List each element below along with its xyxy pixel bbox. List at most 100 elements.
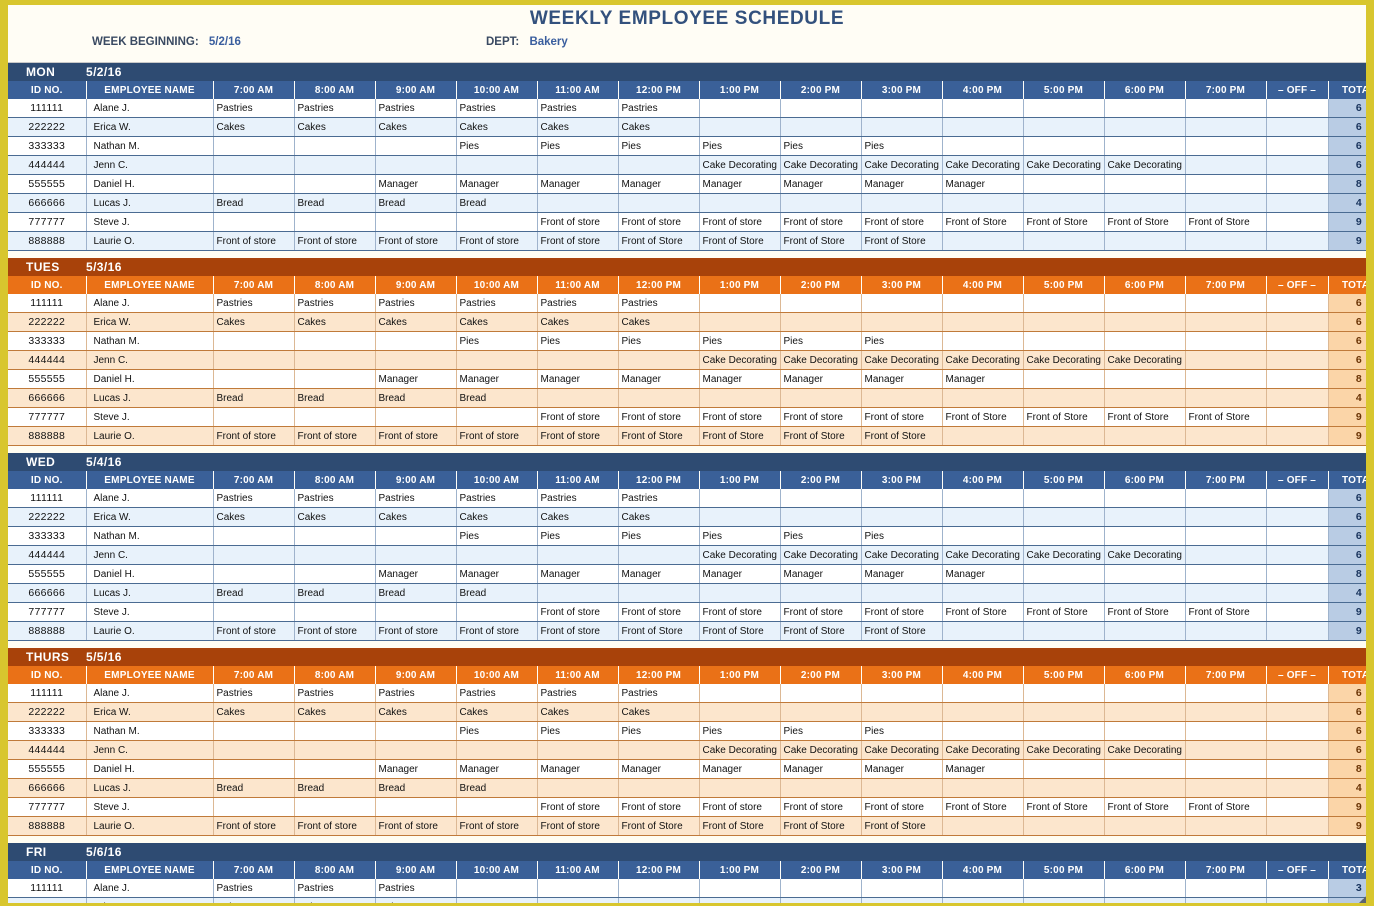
table-row[interactable]: 111111 Alane J. Pastries Pastries Pastries Pa… — [8, 99, 1366, 118]
table-row[interactable]: 777777 Steve J. Front of store Front of sto… — [8, 602, 1366, 622]
shift-cell-5[interactable]: Pies — [618, 331, 700, 351]
off-cell[interactable] — [1266, 721, 1329, 741]
shift-cell-8[interactable]: Manager — [861, 369, 943, 389]
shift-cell-1[interactable] — [294, 331, 376, 351]
shift-cell-0[interactable]: Cakes — [213, 507, 295, 527]
shift-cell-5[interactable]: Pastries — [618, 294, 700, 313]
shift-cell-1[interactable]: Pastries — [294, 294, 376, 313]
table-row[interactable]: 333333 Nathan M. Pies Pies Pies Pies Pies Pies 6 — [8, 331, 1366, 351]
shift-cell-4[interactable] — [537, 155, 619, 175]
shift-cell-9[interactable] — [942, 526, 1024, 546]
shift-cell-2[interactable] — [375, 797, 457, 817]
table-row[interactable]: 222222Erica W.CakesCakesCakes3 — [8, 897, 1366, 903]
shift-cell-5[interactable]: Pies — [618, 721, 700, 741]
employee-name-cell[interactable]: Alane J. — [86, 99, 214, 118]
shift-cell-9[interactable] — [942, 816, 1024, 836]
shift-cell-3[interactable]: Cakes — [456, 312, 538, 332]
shift-cell-6[interactable]: Front of store — [699, 407, 781, 427]
shift-cell-11[interactable] — [1104, 684, 1186, 703]
shift-cell-10[interactable]: Front of Store — [1023, 407, 1105, 427]
employee-id-cell[interactable]: 555555 — [8, 564, 87, 584]
shift-cell-0[interactable] — [213, 721, 295, 741]
shift-cell-11[interactable] — [1104, 564, 1186, 584]
employee-name-cell[interactable]: Daniel H. — [86, 564, 214, 584]
table-row[interactable]: 777777 Steve J. Front of store Front of sto… — [8, 797, 1366, 817]
shift-cell-11[interactable]: Front of Store — [1104, 212, 1186, 232]
table-row[interactable]: 111111 Alane J. Pastries Pastries Pastries 3 — [8, 879, 1366, 898]
shift-cell-7[interactable]: Front of Store — [780, 231, 862, 251]
shift-cell-0[interactable] — [213, 174, 295, 194]
shift-cell-10[interactable] — [1023, 526, 1105, 546]
off-cell[interactable] — [1266, 136, 1329, 156]
employee-id-cell[interactable]: 111111 — [8, 294, 87, 313]
shift-cell-4[interactable]: Front of store — [537, 231, 619, 251]
shift-cell-6[interactable]: Cake Decorating — [699, 350, 781, 370]
shift-cell-2[interactable] — [375, 155, 457, 175]
shift-cell-6[interactable]: Front of Store — [699, 231, 781, 251]
shift-cell-7[interactable]: Manager — [780, 369, 862, 389]
shift-cell-11[interactable]: Cake Decorating — [1104, 545, 1186, 565]
shift-cell-12[interactable] — [1185, 759, 1267, 779]
employee-id-cell[interactable]: 666666 — [8, 388, 87, 408]
shift-cell-7[interactable]: Front of Store — [780, 621, 862, 641]
shift-cell-0[interactable]: Pastries — [213, 879, 295, 898]
shift-cell-4[interactable] — [537, 350, 619, 370]
shift-cell-3[interactable] — [456, 797, 538, 817]
shift-cell-12[interactable] — [1185, 231, 1267, 251]
shift-cell-11[interactable] — [1104, 583, 1186, 603]
shift-cell-1[interactable]: Bread — [294, 193, 376, 213]
employee-id-cell[interactable]: 888888 — [8, 426, 87, 446]
shift-cell-10[interactable] — [1023, 426, 1105, 446]
shift-cell-11[interactable] — [1104, 778, 1186, 798]
shift-cell-1[interactable]: Pastries — [294, 489, 376, 508]
employee-id-cell[interactable]: 666666 — [8, 193, 87, 213]
off-cell[interactable] — [1266, 407, 1329, 427]
shift-cell-5[interactable]: Pastries — [618, 99, 700, 118]
shift-cell-8[interactable]: Pies — [861, 136, 943, 156]
shift-cell-3[interactable]: Front of store — [456, 816, 538, 836]
shift-cell-2[interactable] — [375, 545, 457, 565]
shift-cell-0[interactable] — [213, 564, 295, 584]
shift-cell-6[interactable] — [699, 99, 781, 118]
shift-cell-9[interactable] — [942, 684, 1024, 703]
shift-cell-10[interactable]: Front of Store — [1023, 602, 1105, 622]
shift-cell-12[interactable] — [1185, 193, 1267, 213]
shift-cell-9[interactable] — [942, 231, 1024, 251]
shift-cell-9[interactable] — [942, 294, 1024, 313]
shift-cell-11[interactable] — [1104, 879, 1186, 898]
shift-cell-6[interactable] — [699, 294, 781, 313]
shift-cell-8[interactable] — [861, 879, 943, 898]
shift-cell-6[interactable]: Manager — [699, 564, 781, 584]
shift-cell-3[interactable]: Manager — [456, 369, 538, 389]
shift-cell-4[interactable]: Front of store — [537, 621, 619, 641]
off-cell[interactable] — [1266, 759, 1329, 779]
shift-cell-9[interactable]: Manager — [942, 564, 1024, 584]
shift-cell-7[interactable]: Cake Decorating — [780, 350, 862, 370]
employee-id-cell[interactable]: 555555 — [8, 369, 87, 389]
shift-cell-2[interactable]: Manager — [375, 369, 457, 389]
employee-id-cell[interactable]: 444444 — [8, 740, 87, 760]
day-date[interactable]: 5/4/16 — [86, 453, 1366, 471]
shift-cell-12[interactable]: Front of Store — [1185, 602, 1267, 622]
employee-name-cell[interactable]: Nathan M. — [86, 526, 214, 546]
shift-cell-5[interactable] — [618, 583, 700, 603]
employee-name-cell[interactable]: Alane J. — [86, 294, 214, 313]
shift-cell-6[interactable] — [699, 684, 781, 703]
shift-cell-10[interactable] — [1023, 99, 1105, 118]
shift-cell-11[interactable]: Cake Decorating — [1104, 740, 1186, 760]
shift-cell-10[interactable] — [1023, 331, 1105, 351]
shift-cell-10[interactable] — [1023, 369, 1105, 389]
shift-cell-6[interactable] — [699, 897, 781, 903]
employee-id-cell[interactable]: 111111 — [8, 99, 87, 118]
employee-id-cell[interactable]: 666666 — [8, 583, 87, 603]
shift-cell-12[interactable] — [1185, 331, 1267, 351]
shift-cell-7[interactable] — [780, 583, 862, 603]
shift-cell-11[interactable]: Front of Store — [1104, 602, 1186, 622]
shift-cell-3[interactable] — [456, 407, 538, 427]
shift-cell-9[interactable]: Front of Store — [942, 797, 1024, 817]
shift-cell-5[interactable] — [618, 388, 700, 408]
shift-cell-1[interactable] — [294, 740, 376, 760]
shift-cell-7[interactable] — [780, 879, 862, 898]
shift-cell-10[interactable] — [1023, 489, 1105, 508]
shift-cell-11[interactable] — [1104, 99, 1186, 118]
